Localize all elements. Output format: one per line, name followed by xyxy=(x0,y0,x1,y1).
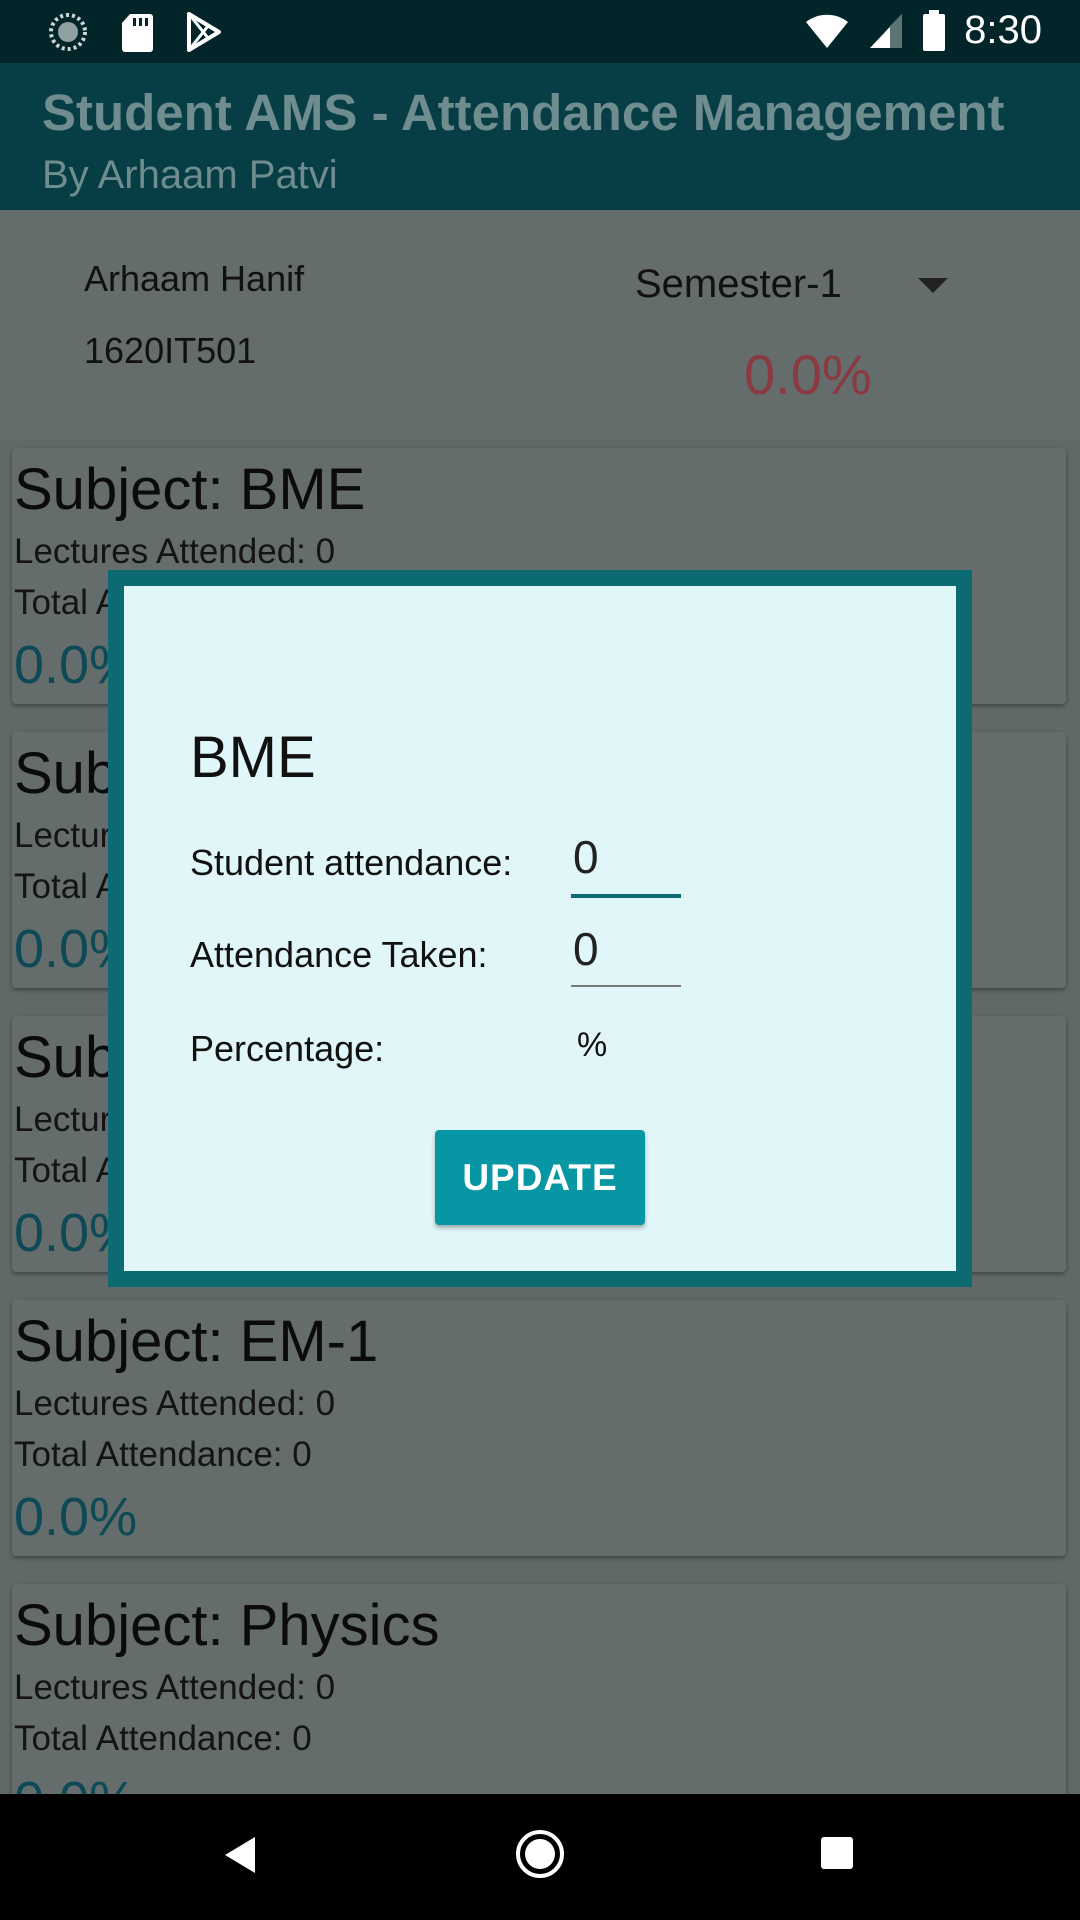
status-left-icons xyxy=(48,12,222,52)
subject-card-em1[interactable]: Subject: EM-1 Lectures Attended: 0 Total… xyxy=(12,1300,1066,1556)
dialog-title: BME xyxy=(190,725,316,790)
app-title: Student AMS - Attendance Management xyxy=(42,84,1005,141)
student-attendance-label: Student attendance: xyxy=(190,842,513,883)
dialog-body: BME Student attendance: Attendance Taken… xyxy=(124,586,956,1271)
student-name: Arhaam Hanif xyxy=(84,258,305,299)
sync-icon xyxy=(49,13,87,51)
lectures-attended: Lectures Attended: 0 xyxy=(14,1668,336,1707)
input-underline-focused xyxy=(571,894,681,898)
attendance-taken-input[interactable] xyxy=(571,918,681,980)
student-header: Arhaam Hanif 1620IT501 Semester-1 0.0% xyxy=(0,210,1080,440)
app-subtitle: By Arhaam Patvi xyxy=(42,153,338,197)
play-store-icon xyxy=(187,12,221,52)
semester-dropdown[interactable]: Semester-1 xyxy=(635,262,842,307)
lectures-attended: Lectures Attended: 0 xyxy=(14,1384,336,1423)
student-attendance-input[interactable] xyxy=(571,826,681,888)
update-button[interactable]: UPDATE xyxy=(435,1130,645,1225)
lectures-attended: Lectures Attended: 0 xyxy=(14,532,336,571)
navigation-bar xyxy=(0,1794,1080,1920)
status-right-icons: 8:30 xyxy=(804,8,1042,53)
percentage-value: % xyxy=(577,1026,608,1064)
wifi-icon xyxy=(806,14,849,48)
total-attendance: Total Attendance: 0 xyxy=(14,1435,312,1474)
battery-icon xyxy=(923,9,946,51)
total-attendance: Total Attendance: 0 xyxy=(14,1719,312,1758)
edit-attendance-dialog: BME Student attendance: Attendance Taken… xyxy=(108,570,972,1287)
percentage-label: Percentage: xyxy=(190,1028,385,1069)
attendance-taken-label: Attendance Taken: xyxy=(190,934,488,975)
app-bar: Student AMS - Attendance Management By A… xyxy=(0,63,1080,210)
overall-percentage: 0.0% xyxy=(744,343,872,406)
back-icon[interactable] xyxy=(222,1834,258,1876)
recents-icon[interactable] xyxy=(820,1836,854,1870)
student-id: 1620IT501 xyxy=(84,330,257,371)
sd-card-icon xyxy=(122,14,153,52)
clock: 8:30 xyxy=(964,8,1042,52)
subject-title: Subject: Physics xyxy=(14,1593,440,1658)
home-icon[interactable] xyxy=(514,1828,566,1880)
dropdown-arrow-icon[interactable] xyxy=(918,278,948,293)
subject-title: Subject: BME xyxy=(14,457,366,522)
status-bar: 8:30 xyxy=(0,0,1080,63)
subject-percentage: 0.0% xyxy=(14,1487,138,1547)
input-underline xyxy=(571,985,681,987)
signal-icon xyxy=(870,13,903,48)
subject-title: Subject: EM-1 xyxy=(14,1309,379,1374)
